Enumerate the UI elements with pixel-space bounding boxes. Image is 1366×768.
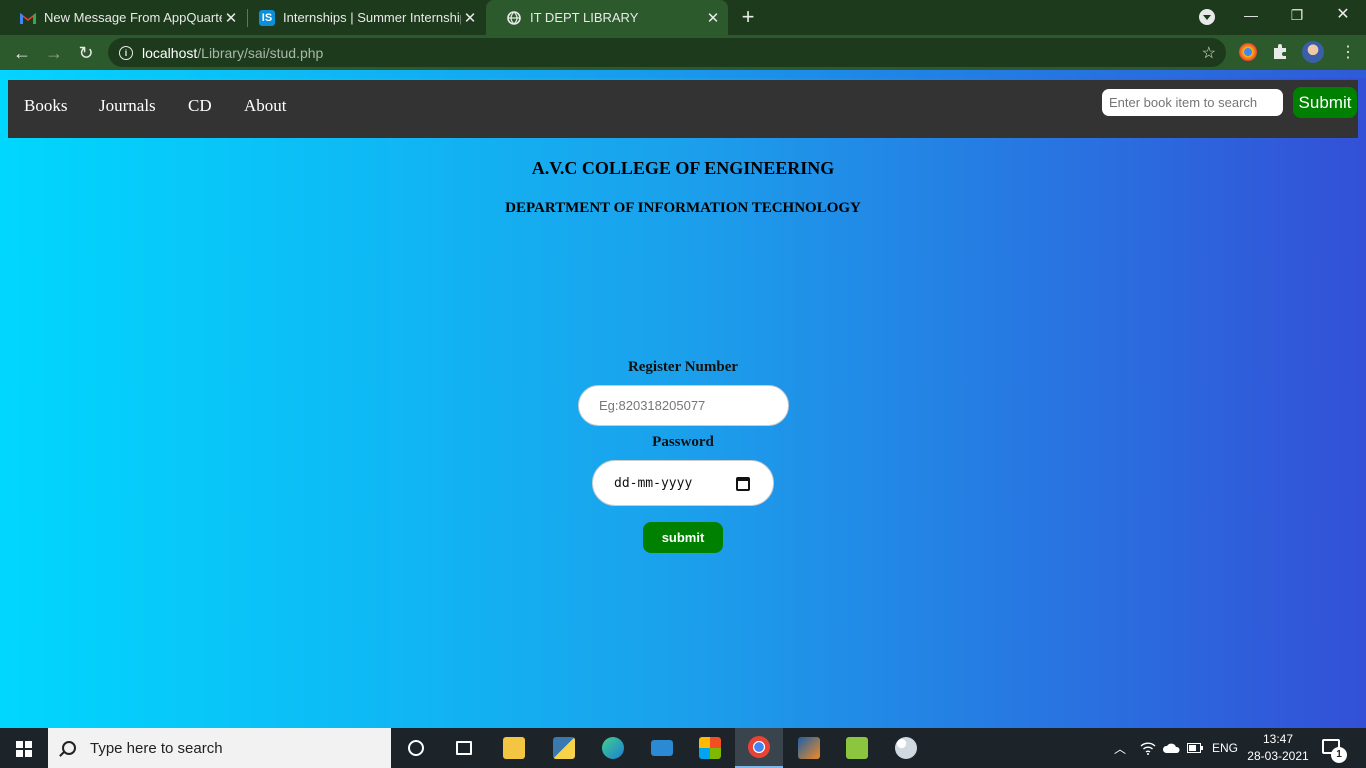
url-path: /Library/sai/stud.php xyxy=(197,44,324,61)
notepad-plus-icon[interactable] xyxy=(833,728,881,768)
taskbar-clock[interactable]: 13:47 28-03-2021 xyxy=(1246,731,1310,765)
minimize-icon[interactable]: — xyxy=(1228,0,1274,32)
python-idle-icon[interactable] xyxy=(540,728,588,768)
globe-icon xyxy=(506,10,522,26)
tab-title: Internships | Summer Internship 2 xyxy=(283,10,461,25)
search-submit-button[interactable]: Submit xyxy=(1293,87,1357,118)
password-label: Password xyxy=(652,434,714,450)
chrome-taskbar-icon[interactable] xyxy=(735,728,783,768)
tab-title: New Message From AppQuarterz xyxy=(44,10,222,25)
department-title: DEPARTMENT OF INFORMATION TECHNOLOGY xyxy=(505,200,861,216)
reload-icon[interactable]: ↻ xyxy=(73,40,99,66)
site-info-icon[interactable]: i xyxy=(119,45,133,60)
tab-search-dropdown-icon[interactable] xyxy=(1199,9,1215,25)
date-placeholder: dd-mm-yyyy xyxy=(614,475,693,491)
nav-link-cd[interactable]: CD xyxy=(188,96,212,116)
cortana-icon[interactable] xyxy=(392,728,440,768)
back-arrow-icon[interactable]: ← xyxy=(9,40,35,66)
taskbar-search-box[interactable]: Type here to search xyxy=(48,728,391,768)
tab-gmail[interactable]: New Message From AppQuarterz ✕ xyxy=(0,0,246,35)
nav-link-books[interactable]: Books xyxy=(24,96,67,116)
close-tab-icon[interactable]: ✕ xyxy=(222,9,240,27)
microsoft-store-icon[interactable] xyxy=(686,728,734,768)
nav-link-about[interactable]: About xyxy=(244,96,287,116)
password-date-input[interactable]: dd-mm-yyyy xyxy=(592,460,774,506)
close-tab-icon[interactable]: ✕ xyxy=(704,9,722,27)
internshala-icon: IS xyxy=(259,9,275,26)
media-player-icon[interactable] xyxy=(785,728,833,768)
book-search-input[interactable] xyxy=(1102,89,1283,116)
window-close-icon[interactable]: ✕ xyxy=(1320,0,1366,32)
register-number-input[interactable] xyxy=(578,385,789,426)
college-title: A.V.C COLLEGE OF ENGINEERING xyxy=(531,158,835,178)
file-explorer-icon[interactable] xyxy=(490,728,538,768)
start-button[interactable] xyxy=(0,728,48,768)
edge-browser-icon[interactable] xyxy=(589,728,637,768)
library-page: Books Journals CD About Submit A.V.C COL… xyxy=(0,78,1366,728)
notification-count-badge: 1 xyxy=(1331,747,1347,763)
site-navbar: Books Journals CD About Submit xyxy=(8,80,1358,138)
clock-time: 13:47 xyxy=(1262,732,1294,746)
language-indicator[interactable]: ENG xyxy=(1212,728,1238,768)
mail-icon[interactable] xyxy=(638,728,686,768)
address-bar[interactable]: i localhost/Library/sai/stud.php ☆ xyxy=(108,38,1226,67)
page-top-strip xyxy=(0,70,1366,78)
task-view-icon[interactable] xyxy=(440,728,488,768)
search-icon xyxy=(62,741,76,755)
show-hidden-icons-chevron-icon[interactable]: ︿ xyxy=(1114,728,1126,768)
puzzle-extensions-icon[interactable] xyxy=(1271,43,1289,61)
forward-arrow-icon[interactable]: → xyxy=(41,40,67,66)
new-tab-plus-icon[interactable]: + xyxy=(736,6,760,30)
login-submit-button[interactable]: submit xyxy=(643,522,723,553)
tab-it-dept-library[interactable]: IT DEPT LIBRARY ✕ xyxy=(486,0,728,35)
windows-logo-icon xyxy=(16,741,32,757)
restore-icon[interactable]: ❐ xyxy=(1274,0,1320,32)
calendar-icon[interactable] xyxy=(736,477,750,491)
nav-link-journals[interactable]: Journals xyxy=(99,96,156,116)
register-number-label: Register Number xyxy=(627,359,739,375)
close-tab-icon[interactable]: ✕ xyxy=(461,9,479,27)
tab-title: IT DEPT LIBRARY xyxy=(530,10,639,25)
url-host: localhost xyxy=(142,44,198,61)
browser-tab-bar: New Message From AppQuarterz ✕ IS Intern… xyxy=(0,0,1366,35)
taskbar-search-placeholder: Type here to search xyxy=(90,739,223,757)
battery-icon[interactable] xyxy=(1187,728,1203,768)
bookmark-star-icon[interactable]: ☆ xyxy=(1202,43,1216,63)
menu-kebab-icon[interactable]: ⋮ xyxy=(1335,40,1361,66)
profile-avatar[interactable] xyxy=(1302,41,1324,63)
windows-taskbar: Type here to search ︿ ENG 13:47 28-03-20… xyxy=(0,728,1366,768)
clock-date: 28-03-2021 xyxy=(1247,749,1309,763)
tab-internshala[interactable]: IS Internships | Summer Internship 2 ✕ xyxy=(239,0,485,35)
browser-toolbar: ← → ↻ i localhost/Library/sai/stud.php ☆… xyxy=(0,35,1366,70)
chrome-extension-icon[interactable] xyxy=(1239,43,1257,61)
onedrive-cloud-icon[interactable] xyxy=(1162,728,1180,768)
gmail-icon xyxy=(20,10,36,26)
paint-icon[interactable] xyxy=(882,728,930,768)
wifi-icon[interactable] xyxy=(1140,728,1156,768)
